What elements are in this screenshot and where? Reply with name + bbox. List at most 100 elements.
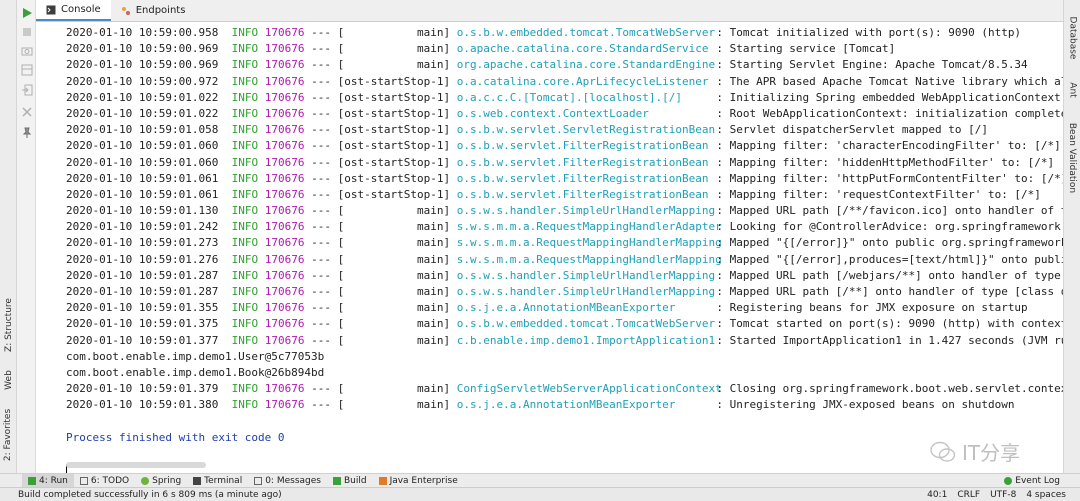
tab-build[interactable]: Build bbox=[327, 474, 373, 488]
left-tool-strip: Z: Structure Web 2: Favorites bbox=[0, 0, 17, 473]
log-lines: 2020-01-10 10:59:00.958 INFO 170676 --- … bbox=[66, 25, 1063, 473]
log-level: INFO bbox=[231, 398, 259, 412]
log-pid: 170676 bbox=[264, 204, 305, 218]
log-timestamp: 2020-01-10 10:59:01.061 bbox=[66, 171, 219, 185]
bean-validation-tool-tab[interactable]: Bean Validation bbox=[1064, 118, 1080, 198]
log-line: 2020-01-10 10:59:00.972 INFO 170676 --- … bbox=[66, 74, 1063, 90]
log-logger: o.s.b.w.servlet.FilterRegistrationBean bbox=[456, 187, 709, 201]
tab-run[interactable]: 4: Run bbox=[22, 473, 74, 488]
log-level: INFO bbox=[231, 90, 259, 104]
web-tool-tab[interactable]: Web bbox=[0, 365, 17, 395]
log-level: INFO bbox=[231, 204, 259, 218]
structure-tool-tab[interactable]: Z: Structure bbox=[0, 298, 17, 352]
messages-icon bbox=[254, 476, 263, 485]
log-timestamp: 2020-01-10 10:59:01.130 bbox=[66, 204, 219, 218]
log-thread: [ost-startStop-1] bbox=[337, 106, 451, 120]
file-encoding[interactable]: UTF-8 bbox=[990, 490, 1016, 500]
indent-setting[interactable]: 4 spaces bbox=[1026, 490, 1066, 500]
log-pid: 170676 bbox=[264, 106, 305, 120]
log-timestamp: 2020-01-10 10:59:01.377 bbox=[66, 333, 219, 347]
caret-position[interactable]: 40:1 bbox=[927, 490, 947, 500]
console-output[interactable]: 2020-01-10 10:59:00.958 INFO 170676 --- … bbox=[36, 22, 1063, 473]
log-message: : Mapping filter: 'characterEncodingFilt… bbox=[716, 139, 1061, 153]
log-logger: org.apache.catalina.core.StandardEngine bbox=[456, 58, 716, 72]
log-thread: [ main] bbox=[337, 220, 451, 234]
database-tool-tab[interactable]: Database bbox=[1064, 8, 1080, 68]
log-thread: [ main] bbox=[337, 252, 451, 266]
log-timestamp: 2020-01-10 10:59:01.287 bbox=[66, 285, 219, 298]
log-logger: o.s.w.s.handler.SimpleUrlHandlerMapping bbox=[456, 268, 716, 282]
log-thread: [ost-startStop-1] bbox=[337, 139, 451, 153]
log-line: 2020-01-10 10:59:01.287 INFO 170676 --- … bbox=[66, 268, 1063, 284]
tab-terminal[interactable]: Terminal bbox=[187, 474, 248, 488]
favorites-tool-tab[interactable]: 2: Favorites bbox=[0, 409, 17, 461]
log-thread: [ main] bbox=[337, 42, 451, 56]
ant-tool-tab[interactable]: Ant bbox=[1064, 75, 1080, 105]
tab-spring[interactable]: Spring bbox=[135, 474, 187, 488]
log-line: 2020-01-10 10:59:01.273 INFO 170676 --- … bbox=[66, 235, 1063, 251]
event-log-icon bbox=[1004, 476, 1013, 485]
log-line: 2020-01-10 10:59:01.375 INFO 170676 --- … bbox=[66, 316, 1063, 332]
exit-message: Process finished with exit code 0 bbox=[66, 430, 285, 444]
log-level: INFO bbox=[231, 268, 259, 282]
log-thread: [ main] bbox=[337, 301, 451, 315]
log-timestamp: 2020-01-10 10:59:01.287 bbox=[66, 268, 219, 282]
log-thread: [ main] bbox=[337, 236, 451, 250]
log-logger: o.s.j.e.a.AnnotationMBeanExporter bbox=[456, 301, 676, 315]
log-logger: o.s.w.s.handler.SimpleUrlHandlerMapping bbox=[456, 285, 716, 298]
tab-java-enterprise[interactable]: Java Enterprise bbox=[373, 474, 464, 488]
log-pid: 170676 bbox=[264, 42, 305, 56]
wechat-icon bbox=[930, 441, 956, 462]
log-line: 2020-01-10 10:59:01.060 INFO 170676 --- … bbox=[66, 155, 1063, 171]
log-logger: s.w.s.m.m.a.RequestMappingHandlerAdapter bbox=[456, 220, 722, 234]
log-thread: [ main] bbox=[337, 285, 451, 298]
log-message: : Started ImportApplication1 in 1.427 se… bbox=[716, 333, 1063, 347]
log-line: 2020-01-10 10:59:01.022 INFO 170676 --- … bbox=[66, 90, 1063, 106]
input-line[interactable] bbox=[66, 462, 1063, 473]
tab-endpoints[interactable]: Endpoints bbox=[111, 0, 196, 21]
log-message: : Unregistering JMX-exposed beans on shu… bbox=[716, 398, 1015, 412]
log-pid: 170676 bbox=[264, 285, 305, 298]
log-line: 2020-01-10 10:59:01.355 INFO 170676 --- … bbox=[66, 300, 1063, 316]
tab-console[interactable]: Console bbox=[36, 0, 111, 21]
log-timestamp: 2020-01-10 10:59:01.379 bbox=[66, 382, 219, 396]
log-line: 2020-01-10 10:59:01.276 INFO 170676 --- … bbox=[66, 252, 1063, 268]
log-timestamp: 2020-01-10 10:59:01.242 bbox=[66, 220, 219, 234]
log-pid: 170676 bbox=[264, 187, 305, 201]
log-thread: [ main] bbox=[337, 204, 451, 218]
log-level: INFO bbox=[231, 220, 259, 234]
log-line: 2020-01-10 10:59:01.130 INFO 170676 --- … bbox=[66, 203, 1063, 219]
log-level: INFO bbox=[231, 26, 259, 39]
log-pid: 170676 bbox=[264, 171, 305, 185]
log-logger: o.a.catalina.core.AprLifecycleListener bbox=[456, 74, 709, 88]
horizontal-scrollbar[interactable] bbox=[66, 462, 206, 468]
log-logger: c.b.enable.imp.demo1.ImportApplication1 bbox=[456, 333, 716, 347]
log-level: INFO bbox=[231, 252, 259, 266]
log-thread: [ost-startStop-1] bbox=[337, 90, 451, 104]
log-level: INFO bbox=[231, 187, 259, 201]
log-thread: [ main] bbox=[337, 268, 451, 282]
log-message: : Root WebApplicationContext: initializa… bbox=[716, 106, 1063, 120]
log-message: : Mapped URL path [/**/favicon.ico] onto… bbox=[716, 204, 1063, 218]
log-pid: 170676 bbox=[264, 74, 305, 88]
log-message: : Initializing Spring embedded WebApplic… bbox=[716, 90, 1061, 104]
status-message[interactable]: Build completed successfully in 6 s 809 … bbox=[0, 490, 282, 500]
log-logger: o.s.b.w.embedded.tomcat.TomcatWebServer bbox=[456, 26, 716, 39]
log-level: INFO bbox=[231, 382, 259, 396]
event-log-button[interactable]: Event Log bbox=[998, 474, 1066, 488]
terminal-icon bbox=[193, 476, 202, 485]
log-message: : Mapped URL path [/**] onto handler of … bbox=[716, 285, 1063, 298]
log-timestamp: 2020-01-10 10:59:01.060 bbox=[66, 155, 219, 169]
log-timestamp: 2020-01-10 10:59:01.022 bbox=[66, 90, 219, 104]
log-timestamp: 2020-01-10 10:59:00.972 bbox=[66, 74, 219, 88]
tab-messages[interactable]: 0: Messages bbox=[248, 474, 327, 488]
java-enterprise-icon bbox=[378, 476, 387, 485]
log-thread: [ main] bbox=[337, 58, 451, 72]
tab-todo[interactable]: 6: TODO bbox=[74, 474, 135, 488]
log-timestamp: 2020-01-10 10:59:00.958 bbox=[66, 26, 219, 39]
log-logger: o.apache.catalina.core.StandardService bbox=[456, 42, 709, 56]
log-thread: [ost-startStop-1] bbox=[337, 187, 451, 201]
line-separator[interactable]: CRLF bbox=[957, 490, 980, 500]
log-pid: 170676 bbox=[264, 26, 305, 39]
log-logger: o.s.web.context.ContextLoader bbox=[456, 106, 649, 120]
